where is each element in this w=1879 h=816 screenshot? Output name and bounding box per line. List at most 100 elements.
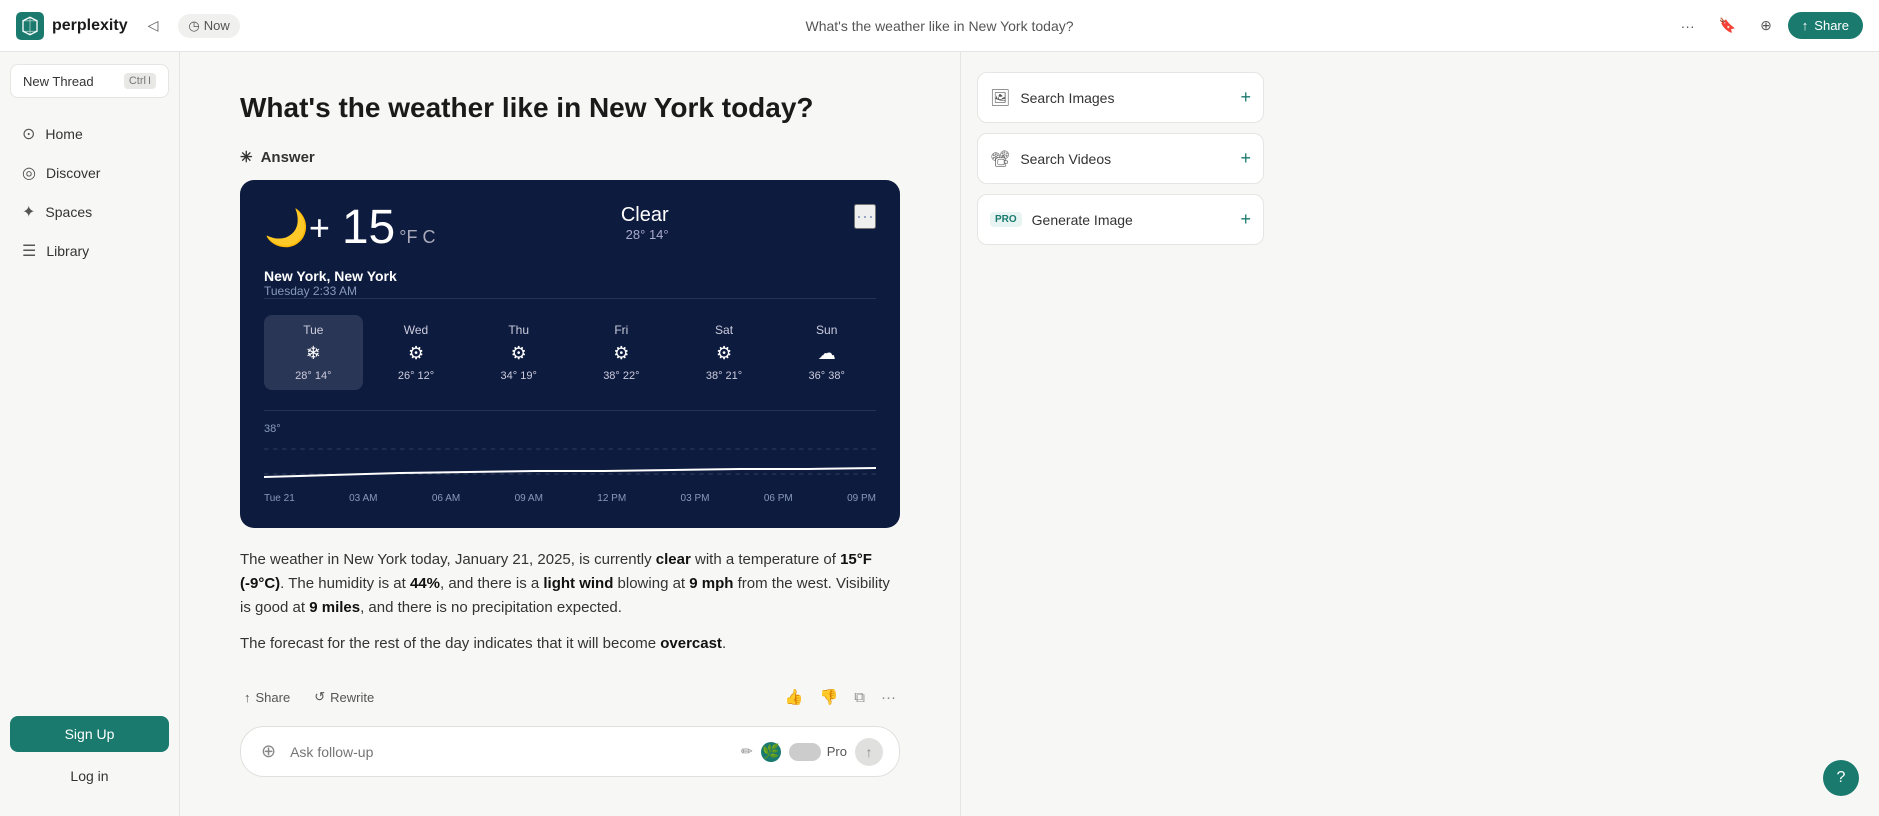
forecast-day-wed: Wed ⚙ 26° 12° — [367, 315, 466, 390]
answer-paragraph-2: The forecast for the rest of the day ind… — [240, 632, 900, 656]
weather-condition-group: Clear 28° 14° — [621, 204, 669, 242]
sidebar-bottom: Sign Up Log in — [0, 704, 179, 804]
pencil-icon: ✏ — [741, 743, 753, 760]
forecast-temps-sat: 38° 21° — [706, 370, 742, 382]
panel-item-search-videos[interactable]: 📽 Search Videos + — [977, 133, 1264, 184]
collapse-sidebar-button[interactable]: ◁ — [140, 13, 167, 38]
new-thread-button[interactable]: New Thread Ctrl I — [10, 64, 169, 98]
forecast-day-sun: Sun ☁ 36° 38° — [777, 315, 876, 390]
weather-temp-group: 15 °F C — [342, 204, 436, 252]
pro-toggle-switch[interactable] — [789, 743, 821, 761]
action-bar: ↑ Share ↺ Rewrite 👍 👎 ⧉ ··· — [240, 672, 900, 710]
share-answer-button[interactable]: ↑ Share — [240, 686, 294, 709]
sidebar-item-home[interactable]: ⊙ Home — [6, 115, 173, 153]
topbar-query: What's the weather like in New York toda… — [805, 18, 1073, 34]
help-label: ? — [1837, 769, 1846, 787]
weather-range: 28° 14° — [621, 227, 669, 242]
weather-temperature: 15 — [342, 204, 395, 252]
signup-button[interactable]: Sign Up — [10, 716, 169, 752]
answer-section: ✳ Answer 🌙+ 15 °F C — [240, 148, 900, 777]
logo[interactable]: perplexity — [16, 12, 128, 40]
discover-icon: ◎ — [22, 163, 36, 183]
followup-bar: ⊕ ✏ 🌿 Pro ↑ — [240, 726, 900, 777]
followup-actions: ✏ 🌿 Pro ↑ — [741, 738, 883, 766]
pro-toggle[interactable]: Pro — [789, 743, 847, 761]
forecast-temps-tue: 28° 14° — [295, 370, 331, 382]
weather-location: New York, New York — [264, 268, 876, 284]
share-button[interactable]: ↑ Share — [1788, 12, 1863, 39]
forecast-day-thu: Thu ⚙ 34° 19° — [469, 315, 568, 390]
pro-generate-badge: PRO — [990, 212, 1022, 227]
share-icon: ↑ — [1802, 18, 1809, 33]
rewrite-button[interactable]: ↺ Rewrite — [310, 685, 378, 709]
attach-button[interactable]: ⊕ — [1752, 13, 1780, 38]
forecast-day-tue: Tue ❄ 28° 14° — [264, 315, 363, 390]
rewrite-icon: ↺ — [314, 689, 325, 705]
spaces-icon: ✦ — [22, 202, 35, 222]
panel-item-search-images[interactable]: 🖼 Search Images + — [977, 72, 1264, 123]
bookmark-button[interactable]: 🔖 — [1711, 13, 1744, 38]
forecast-icon-sun: ☁ — [818, 343, 836, 364]
temp-chart: 38° — [264, 410, 876, 504]
time-labels: Tue 21 03 AM 06 AM 09 AM 12 PM 03 PM 06 … — [264, 493, 876, 504]
forecast-icon-sat: ⚙ — [716, 343, 732, 364]
pro-label: Pro — [827, 744, 847, 759]
forecast-temps-thu: 34° 19° — [501, 370, 537, 382]
logo-text: perplexity — [52, 17, 128, 35]
sidebar-item-library[interactable]: ☰ Library — [6, 232, 173, 270]
answer-sparkle-icon: ✳ — [240, 148, 253, 166]
shortcut-badge: Ctrl I — [124, 73, 156, 89]
weather-unit: °F C — [399, 227, 435, 248]
add-followup-button[interactable]: ⊕ — [257, 737, 280, 766]
library-icon: ☰ — [22, 241, 36, 261]
search-images-plus: + — [1240, 87, 1251, 108]
search-videos-plus: + — [1240, 148, 1251, 169]
sidebar-item-spaces[interactable]: ✦ Spaces — [6, 193, 173, 231]
forecast-temps-fri: 38° 22° — [603, 370, 639, 382]
weather-more-button[interactable]: ··· — [854, 204, 876, 229]
panel-item-generate-image[interactable]: PRO Generate Image + — [977, 194, 1264, 245]
images-icon: 🖼 — [990, 88, 1010, 108]
action-icons-right: 👍 👎 ⧉ ··· — [781, 684, 900, 710]
sidebar: New Thread Ctrl I ⊙ Home ◎ Discover ✦ Sp… — [0, 52, 180, 816]
sidebar-nav: ⊙ Home ◎ Discover ✦ Spaces ☰ Library — [0, 110, 179, 704]
forecast-icon-fri: ⚙ — [613, 343, 629, 364]
answer-header: ✳ Answer — [240, 148, 900, 166]
send-button[interactable]: ↑ — [855, 738, 883, 766]
weather-condition: Clear — [621, 204, 669, 227]
login-button[interactable]: Log in — [10, 760, 169, 792]
forecast-day-fri: Fri ⚙ 38° 22° — [572, 315, 671, 390]
now-label: Now — [204, 18, 230, 33]
leaf-icon: 🌿 — [761, 742, 781, 762]
generate-image-plus: + — [1240, 209, 1251, 230]
main-layout: New Thread Ctrl I ⊙ Home ◎ Discover ✦ Sp… — [0, 52, 1879, 816]
right-panel: 🖼 Search Images + 📽 Search Videos + PRO … — [960, 52, 1280, 816]
forecast-temps-wed: 26° 12° — [398, 370, 434, 382]
more-options-button[interactable]: ··· — [1673, 14, 1703, 38]
forecast-day-sat: Sat ⚙ 38° 21° — [675, 315, 774, 390]
forecast-row: Tue ❄ 28° 14° Wed ⚙ 26° 12° Thu ⚙ 34° 19… — [264, 298, 876, 390]
weather-temp-section: 🌙+ 15 °F C — [264, 204, 435, 252]
help-button[interactable]: ? — [1823, 760, 1859, 796]
copy-button[interactable]: ⧉ — [850, 684, 869, 710]
content-area: What's the weather like in New York toda… — [180, 52, 960, 816]
thumbs-down-button[interactable]: 👎 — [816, 684, 843, 710]
forecast-temps-sun: 36° 38° — [809, 370, 845, 382]
chart-area — [264, 439, 876, 489]
home-icon: ⊙ — [22, 124, 35, 144]
weather-datetime: Tuesday 2:33 AM — [264, 284, 876, 298]
forecast-icon-thu: ⚙ — [511, 343, 527, 364]
weather-card: 🌙+ 15 °F C Clear 28° — [240, 180, 900, 528]
answer-paragraph-1: The weather in New York today, January 2… — [240, 548, 900, 620]
followup-input[interactable] — [290, 744, 731, 760]
forecast-icon-wed: ⚙ — [408, 343, 424, 364]
share-answer-icon: ↑ — [244, 690, 251, 705]
sidebar-item-discover[interactable]: ◎ Discover — [6, 154, 173, 192]
temp-upper-label: 38° — [264, 423, 281, 435]
videos-icon: 📽 — [990, 149, 1010, 169]
weather-top: 🌙+ 15 °F C Clear 28° — [264, 204, 876, 252]
now-badge[interactable]: ◷ Now — [178, 14, 239, 38]
thumbs-up-button[interactable]: 👍 — [781, 684, 808, 710]
topbar: perplexity ◁ ◷ Now What's the weather li… — [0, 0, 1879, 52]
more-button[interactable]: ··· — [877, 684, 900, 710]
